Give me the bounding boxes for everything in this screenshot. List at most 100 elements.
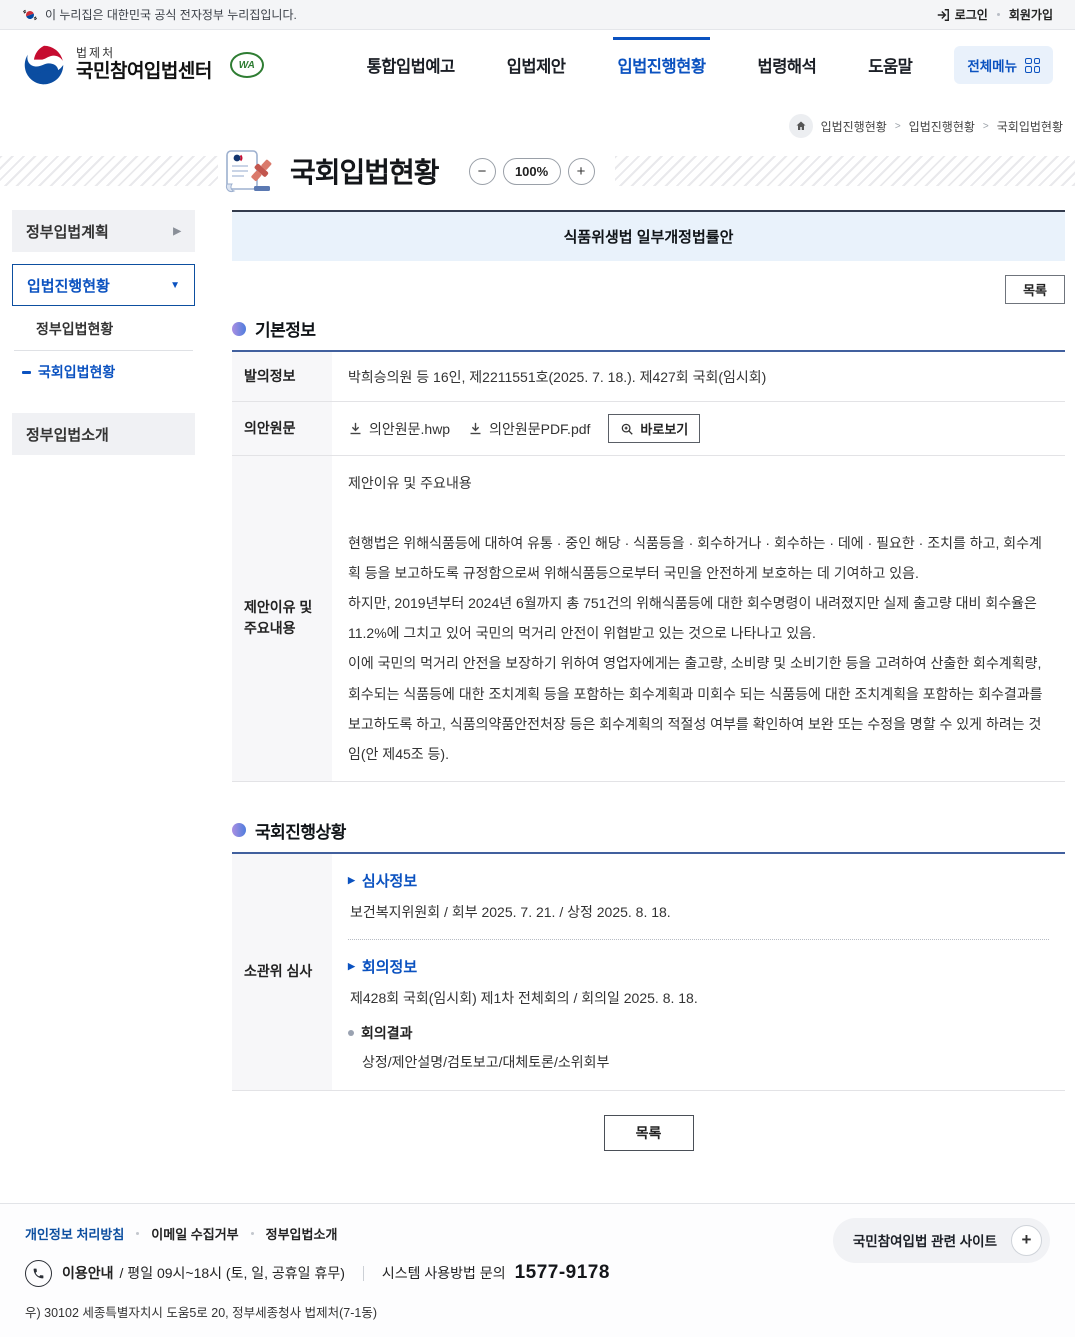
zoom-level: 100%	[503, 158, 561, 185]
usage-hours: / 평일 09시~18시 (토, 일, 공휴일 휴무)	[120, 1263, 345, 1283]
page-title-band: 국회입법현황 − 100% +	[0, 148, 1075, 194]
section-bullet-icon	[232, 823, 246, 837]
email-refusal-link[interactable]: 이메일 수집거부	[151, 1224, 238, 1243]
sidebar: 정부입법계획 ▶ 입법진행현황 ▼ 정부입법현황 국회입법현황 정부입법소개	[12, 210, 195, 455]
main-content: 식품위생법 일부개정법률안 목록 기본정보 발의정보 박희승의원 등 16인, …	[232, 210, 1065, 1151]
table-row-reason: 제안이유 및 주요내용 제안이유 및 주요내용 현행법은 위해식품등에 대하여 …	[232, 456, 1065, 782]
zoom-in-button[interactable]: +	[568, 158, 595, 185]
footer-contact-info: 이용안내 / 평일 09시~18시 (토, 일, 공휴일 휴무) 시스템 사용방…	[25, 1260, 1050, 1287]
table-row-proposal: 발의정보 박희승의원 등 16인, 제2211551호(2025. 7. 18.…	[232, 351, 1065, 402]
reason-paragraph: 이에 국민의 먹거리 안전을 보장하기 위하여 영업자에게는 출고량, 소비량 …	[348, 648, 1049, 768]
nav-integrated-notice[interactable]: 통합입법예고	[367, 53, 455, 77]
zoom-out-button[interactable]: −	[469, 158, 496, 185]
sidebar-subitem-assembly-status[interactable]: 국회입법현황	[12, 355, 195, 389]
download-pdf-link[interactable]: 의안원문PDF.pdf	[468, 419, 590, 439]
review-info-value: 보건복지위원회 / 회부 2025. 7. 21. / 상정 2025. 8. …	[350, 902, 1049, 922]
progress-table: 소관위 심사 심사정보 보건복지위원회 / 회부 2025. 7. 21. / …	[232, 852, 1065, 1091]
ministry-name: 법제처	[76, 47, 212, 61]
reason-content: 제안이유 및 주요내용 현행법은 위해식품등에 대하여 유통 · 중인 해당 ·…	[332, 456, 1065, 782]
review-info-title[interactable]: 심사정보	[348, 870, 1049, 891]
nav-help[interactable]: 도움말	[868, 53, 912, 77]
meeting-result-value: 상정/제안설명/검토보고/대체토론/소위회부	[362, 1052, 1049, 1072]
nav-law-interpretation[interactable]: 법령해석	[758, 53, 817, 77]
nav-legislation-progress[interactable]: 입법진행현황	[617, 53, 705, 77]
list-button-top[interactable]: 목록	[1005, 275, 1065, 304]
separator-dot	[997, 13, 1000, 16]
breadcrumb-item[interactable]: 입법진행현황	[821, 118, 887, 135]
download-hwp-link[interactable]: 의안원문.hwp	[348, 419, 450, 439]
hatch-decoration	[615, 156, 1075, 186]
meeting-result-title: 회의결과	[348, 1023, 1049, 1043]
sidebar-item-gov-plan[interactable]: 정부입법계획 ▶	[12, 210, 195, 252]
zoom-view-icon	[620, 422, 634, 436]
chevron-down-icon: ▼	[170, 280, 180, 291]
expand-plus-icon[interactable]: +	[1011, 1225, 1042, 1256]
download-icon	[468, 421, 483, 436]
sidebar-item-gov-intro[interactable]: 정부입법소개	[12, 413, 195, 455]
table-row-committee-review: 소관위 심사 심사정보 보건복지위원회 / 회부 2025. 7. 21. / …	[232, 853, 1065, 1091]
submenu-divider	[14, 350, 193, 351]
reason-paragraph: 하지만, 2019년부터 2024년 6월까지 총 751건의 위해식품등에 대…	[348, 588, 1049, 648]
usage-guide-label[interactable]: 이용안내	[62, 1263, 114, 1283]
privacy-policy-link[interactable]: 개인정보 처리방침	[25, 1224, 124, 1243]
breadcrumb: 입법진행현황 > 입법진행현황 > 국회입법현황	[0, 100, 1075, 144]
site-footer: 개인정보 처리방침 이메일 수집거부 정부입법소개 국민참여입법 관련 사이트 …	[0, 1203, 1075, 1337]
gov-legislation-intro-link[interactable]: 정부입법소개	[266, 1224, 338, 1243]
login-icon	[936, 8, 950, 22]
korea-flag-icon	[22, 7, 38, 23]
page-title: 국회입법현황	[290, 151, 439, 191]
home-icon[interactable]	[789, 114, 813, 138]
breadcrumb-separator: >	[895, 121, 901, 132]
hatch-decoration	[0, 156, 218, 186]
breadcrumb-separator: >	[983, 121, 989, 132]
separator-dot	[251, 1232, 254, 1235]
zoom-controls: − 100% +	[469, 158, 595, 185]
site-logo[interactable]: 법제처 국민참여입법센터 WA	[22, 43, 264, 87]
breadcrumb-item[interactable]: 입법진행현황	[909, 118, 975, 135]
official-site-notice: 이 누리집은 대한민국 공식 전자정부 누리집입니다.	[45, 6, 297, 23]
contact-phone-number: 1577-9178	[515, 1262, 610, 1284]
wa-certification-icon: WA	[230, 52, 264, 78]
view-document-button[interactable]: 바로보기	[608, 414, 700, 443]
proposal-value: 박희승의원 등 16인, 제2211551호(2025. 7. 18.). 제4…	[332, 351, 1065, 402]
footer-address: 우) 30102 세종특별자치시 도움5로 20, 정부세종청사 법제처(7-1…	[25, 1302, 1050, 1321]
meeting-info-title[interactable]: 회의정보	[348, 956, 1049, 977]
login-link[interactable]: 로그인	[936, 6, 988, 23]
row-label: 제안이유 및 주요내용	[232, 456, 332, 782]
meeting-info-value: 제428회 국회(임시회) 제1차 전체회의 / 회의일 2025. 8. 18…	[350, 988, 1049, 1008]
download-icon	[348, 421, 363, 436]
phone-icon	[25, 1260, 52, 1287]
vertical-divider	[363, 1266, 364, 1281]
section-progress-header: 국회진행상황	[232, 818, 1065, 843]
separator-dot	[136, 1232, 139, 1235]
global-nav: 통합입법예고 입법제안 입법진행현황 법령해석 도움말	[367, 53, 913, 77]
scroll-gavel-icon	[224, 148, 276, 194]
signup-link[interactable]: 회원가입	[1009, 6, 1053, 23]
government-banner: 이 누리집은 대한민국 공식 전자정부 누리집입니다. 로그인 회원가입	[0, 0, 1075, 30]
row-label: 의안원문	[232, 402, 332, 456]
section-basic-info-header: 기본정보	[232, 316, 1065, 341]
chevron-right-icon: ▶	[173, 226, 181, 237]
sidebar-subitem-gov-status[interactable]: 정부입법현황	[12, 312, 195, 346]
basic-info-table: 발의정보 박희승의원 등 16인, 제2211551호(2025. 7. 18.…	[232, 350, 1065, 782]
nav-legislation-proposal[interactable]: 입법제안	[507, 53, 566, 77]
row-label: 소관위 심사	[232, 853, 332, 1091]
site-header: 법제처 국민참여입법센터 WA 통합입법예고 입법제안 입법진행현황 법령해석 …	[0, 30, 1075, 100]
reason-heading: 제안이유 및 주요내용	[348, 468, 1049, 498]
list-button-bottom[interactable]: 목록	[604, 1115, 694, 1151]
section-title: 기본정보	[255, 316, 316, 341]
government-emblem-icon	[22, 43, 66, 87]
section-title: 국회진행상황	[255, 818, 346, 843]
related-sites-selector[interactable]: 국민참여입법 관련 사이트 +	[833, 1218, 1050, 1263]
sidebar-submenu: 정부입법현황 국회입법현황	[12, 306, 195, 399]
dotted-divider	[348, 939, 1049, 940]
breadcrumb-item-current: 국회입법현황	[997, 118, 1063, 135]
table-row-original-doc: 의안원문 의안원문.hwp 의안원문P	[232, 402, 1065, 456]
contact-label: 시스템 사용방법 문의	[382, 1263, 506, 1283]
all-menu-button[interactable]: 전체메뉴	[954, 46, 1053, 84]
site-name: 국민참여입법센터	[76, 61, 212, 83]
grid-menu-icon	[1025, 58, 1040, 73]
sidebar-item-progress[interactable]: 입법진행현황 ▼	[12, 264, 195, 306]
bill-title-banner: 식품위생법 일부개정법률안	[232, 210, 1065, 261]
row-label: 발의정보	[232, 351, 332, 402]
